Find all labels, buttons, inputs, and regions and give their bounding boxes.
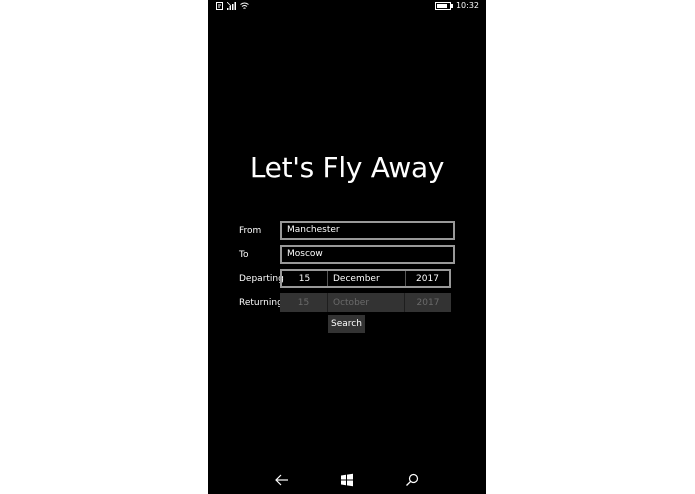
from-label: From xyxy=(239,226,262,236)
signal-icon xyxy=(227,2,236,10)
search-icon xyxy=(406,473,419,486)
status-right: 10:32 xyxy=(434,1,479,10)
returning-label: Returning xyxy=(239,298,283,308)
returning-day: 15 xyxy=(280,293,328,312)
battery-icon xyxy=(434,1,453,10)
returning-date-picker: 15 October 2017 xyxy=(280,293,451,312)
status-bar: 10:32 xyxy=(208,0,486,12)
departing-date-picker[interactable]: 15 December 2017 xyxy=(280,269,451,288)
start-button[interactable] xyxy=(339,472,355,488)
search-nav-button[interactable] xyxy=(404,472,420,488)
phone-screen: 10:32 Let's Fly Away From Manchester To … xyxy=(208,0,486,494)
navigation-bar xyxy=(208,466,486,494)
returning-year: 2017 xyxy=(416,297,440,308)
departing-month[interactable]: December xyxy=(328,271,406,286)
status-left-icons xyxy=(216,2,249,10)
departing-year[interactable]: 2017 xyxy=(406,271,449,286)
windows-start-icon xyxy=(341,473,353,487)
battery-fill xyxy=(436,3,447,8)
from-input[interactable]: Manchester xyxy=(280,221,455,240)
returning-month: October xyxy=(328,293,405,312)
notification-icon xyxy=(216,2,223,10)
back-button[interactable] xyxy=(274,472,290,488)
to-label: To xyxy=(239,250,249,260)
to-input[interactable]: Moscow xyxy=(280,245,455,264)
search-button[interactable]: Search xyxy=(328,315,365,333)
departing-day[interactable]: 15 xyxy=(282,271,328,286)
wifi-icon xyxy=(240,2,249,9)
back-arrow-icon xyxy=(275,474,288,486)
departing-label: Departing xyxy=(239,274,284,284)
page-title: Let's Fly Away xyxy=(249,151,445,184)
status-time: 10:32 xyxy=(455,1,479,10)
